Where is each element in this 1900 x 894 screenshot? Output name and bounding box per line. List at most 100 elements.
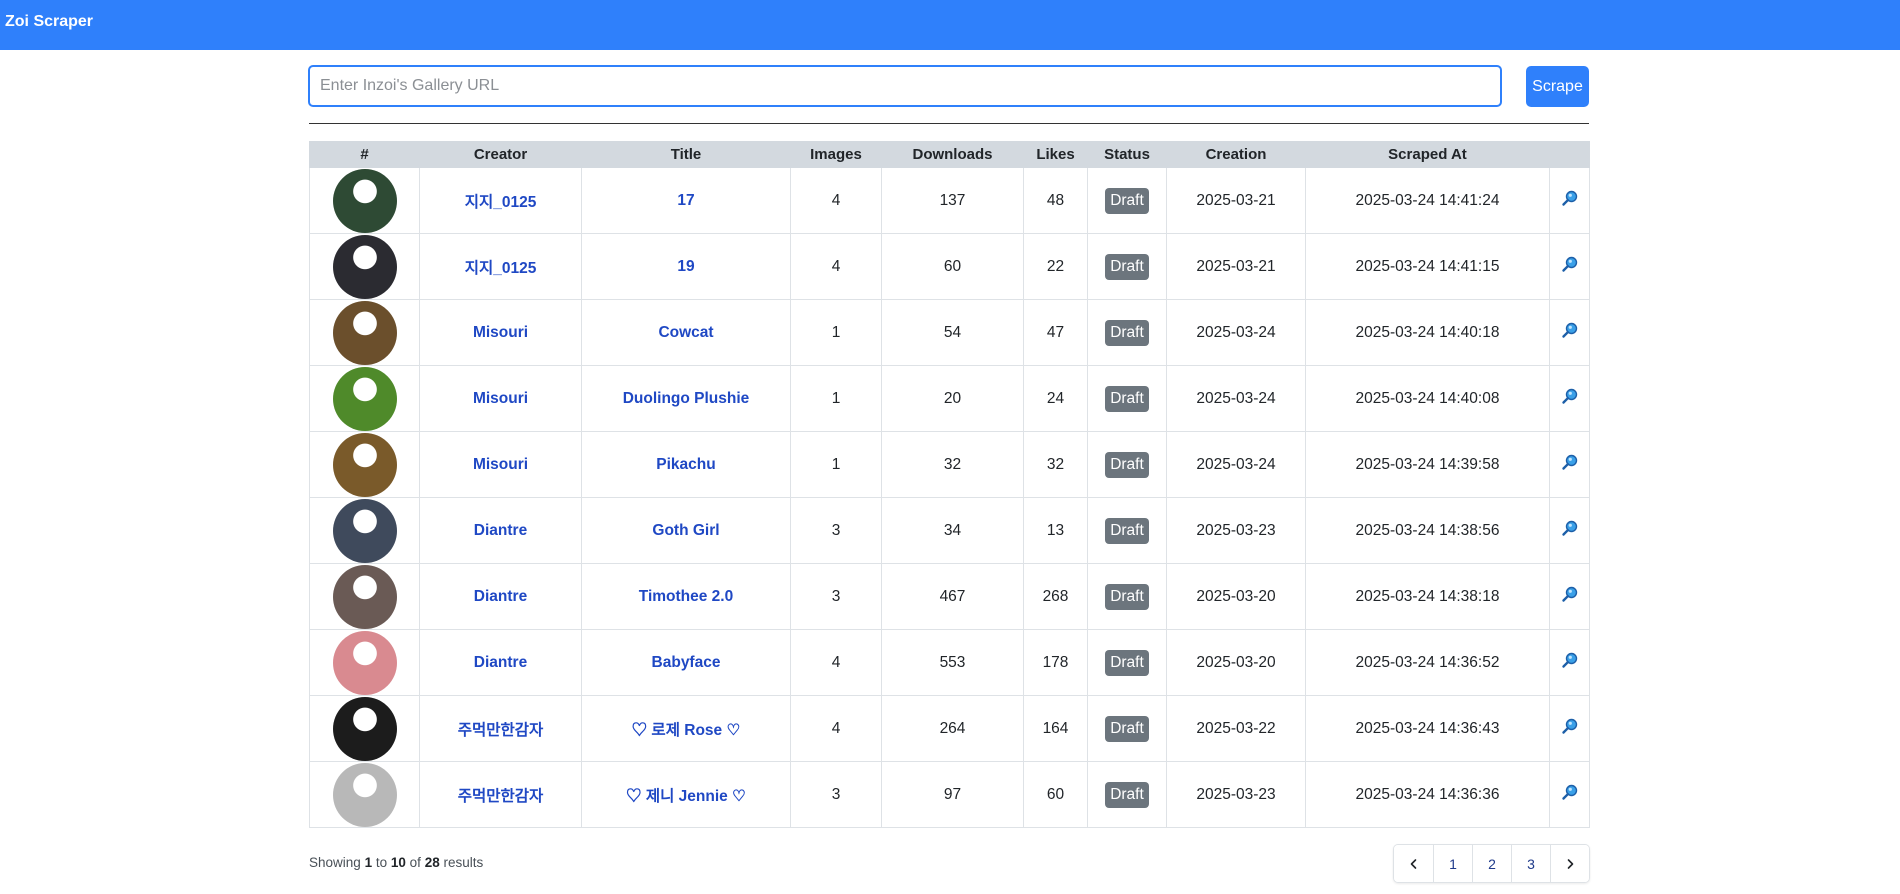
creator-link[interactable]: 주먹만한감자: [458, 788, 544, 805]
title-link[interactable]: 19: [677, 258, 694, 275]
avatar-cell: [309, 497, 420, 564]
status-badge: Draft: [1105, 583, 1149, 610]
avatar[interactable]: [332, 498, 397, 563]
avatar[interactable]: [332, 168, 397, 233]
creator-cell: Diantre: [419, 563, 582, 630]
creation-cell: 2025-03-21: [1166, 167, 1306, 234]
pagination: 1 2 3: [1393, 844, 1590, 883]
images-cell: 4: [790, 695, 882, 762]
action-cell: [1549, 233, 1590, 300]
creator-link[interactable]: 지지_0125: [465, 194, 537, 211]
creator-cell: Misouri: [419, 299, 582, 366]
likes-cell: 24: [1023, 365, 1088, 432]
prev-page-button[interactable]: [1394, 845, 1433, 882]
title-link[interactable]: Goth Girl: [652, 522, 719, 539]
creator-link[interactable]: Misouri: [473, 390, 528, 407]
summary-to-word: to: [375, 855, 388, 870]
title-link[interactable]: Timothee 2.0: [639, 588, 733, 605]
avatar[interactable]: [332, 564, 397, 629]
status-cell: Draft: [1087, 167, 1167, 234]
creator-link[interactable]: Misouri: [473, 456, 528, 473]
scrape-button[interactable]: Scrape: [1526, 66, 1589, 107]
creator-link[interactable]: 지지_0125: [465, 260, 537, 277]
creator-cell: 지지_0125: [419, 167, 582, 234]
title-link[interactable]: Cowcat: [658, 324, 713, 341]
status-cell: Draft: [1087, 365, 1167, 432]
title-cell: Pikachu: [581, 431, 791, 498]
magnifier-icon[interactable]: [1561, 255, 1579, 278]
magnifier-icon[interactable]: [1561, 519, 1579, 542]
status-badge: Draft: [1105, 385, 1149, 412]
downloads-cell: 20: [881, 365, 1024, 432]
magnifier-icon[interactable]: [1561, 717, 1579, 740]
scraped-at-cell: 2025-03-24 14:36:52: [1305, 629, 1550, 696]
magnifier-icon[interactable]: [1561, 387, 1579, 410]
creator-link[interactable]: Diantre: [474, 522, 527, 539]
creator-link[interactable]: Misouri: [473, 324, 528, 341]
chevron-right-icon: [1567, 858, 1574, 869]
avatar[interactable]: [332, 300, 397, 365]
avatar[interactable]: [332, 630, 397, 695]
summary-suffix: results: [443, 855, 484, 870]
creation-cell: 2025-03-24: [1166, 431, 1306, 498]
magnifier-icon[interactable]: [1561, 453, 1579, 476]
status-badge: Draft: [1105, 781, 1149, 808]
avatar-cell: [309, 431, 420, 498]
title-cell: Timothee 2.0: [581, 563, 791, 630]
creator-link[interactable]: Diantre: [474, 654, 527, 671]
magnifier-icon[interactable]: [1561, 783, 1579, 806]
images-cell: 4: [790, 233, 882, 300]
likes-cell: 22: [1023, 233, 1088, 300]
downloads-cell: 60: [881, 233, 1024, 300]
table-row: Diantre Goth Girl 3 34 13 Draft 2025-03-…: [309, 497, 1590, 564]
title-cell: Duolingo Plushie: [581, 365, 791, 432]
magnifier-icon[interactable]: [1561, 189, 1579, 212]
app-title[interactable]: Zoi Scraper: [5, 13, 93, 31]
title-link[interactable]: ♡ 로제 Rose ♡: [632, 722, 741, 739]
images-cell: 4: [790, 629, 882, 696]
title-link[interactable]: Duolingo Plushie: [623, 390, 750, 407]
likes-cell: 268: [1023, 563, 1088, 630]
table-row: Misouri Cowcat 1 54 47 Draft 2025-03-24 …: [309, 299, 1590, 366]
results-table: # Creator Title Images Downloads Likes S…: [309, 141, 1590, 828]
magnifier-icon[interactable]: [1561, 585, 1579, 608]
likes-cell: 60: [1023, 761, 1088, 828]
page-button-3[interactable]: 3: [1511, 845, 1550, 882]
status-badge: Draft: [1105, 451, 1149, 478]
next-page-button[interactable]: [1550, 845, 1589, 882]
avatar[interactable]: [332, 366, 397, 431]
images-cell: 3: [790, 497, 882, 564]
magnifier-icon[interactable]: [1561, 651, 1579, 674]
avatar[interactable]: [332, 696, 397, 761]
title-cell: 19: [581, 233, 791, 300]
table-row: 지지_0125 19 4 60 22 Draft 2025-03-21 2025…: [309, 233, 1590, 300]
creator-cell: Misouri: [419, 431, 582, 498]
creator-cell: Diantre: [419, 497, 582, 564]
page-button-1[interactable]: 1: [1433, 845, 1472, 882]
title-link[interactable]: Babyface: [652, 654, 721, 671]
creation-cell: 2025-03-24: [1166, 299, 1306, 366]
creation-cell: 2025-03-20: [1166, 629, 1306, 696]
status-badge: Draft: [1105, 517, 1149, 544]
avatar[interactable]: [332, 762, 397, 827]
status-badge: Draft: [1105, 253, 1149, 280]
downloads-cell: 32: [881, 431, 1024, 498]
creator-link[interactable]: Diantre: [474, 588, 527, 605]
avatar[interactable]: [332, 234, 397, 299]
title-link[interactable]: ♡ 제니 Jennie ♡: [626, 788, 746, 805]
table-row: Misouri Duolingo Plushie 1 20 24 Draft 2…: [309, 365, 1590, 432]
scraped-at-cell: 2025-03-24 14:41:24: [1305, 167, 1550, 234]
images-cell: 4: [790, 167, 882, 234]
status-cell: Draft: [1087, 233, 1167, 300]
likes-cell: 32: [1023, 431, 1088, 498]
avatar[interactable]: [332, 432, 397, 497]
gallery-url-input[interactable]: [308, 65, 1502, 107]
title-link[interactable]: 17: [677, 192, 694, 209]
summary-from: 1: [364, 855, 373, 870]
page-button-2[interactable]: 2: [1472, 845, 1511, 882]
creation-cell: 2025-03-23: [1166, 497, 1306, 564]
status-cell: Draft: [1087, 563, 1167, 630]
title-link[interactable]: Pikachu: [656, 456, 715, 473]
creator-link[interactable]: 주먹만한감자: [458, 722, 544, 739]
magnifier-icon[interactable]: [1561, 321, 1579, 344]
